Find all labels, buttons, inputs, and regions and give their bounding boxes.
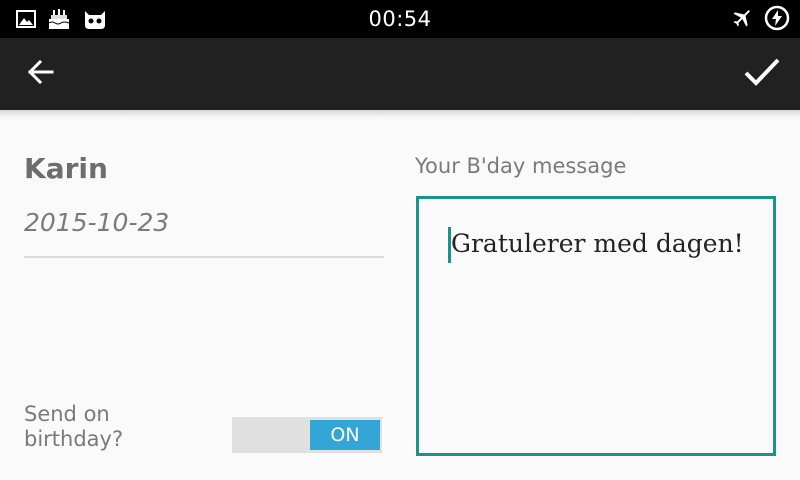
back-arrow-icon [26, 58, 54, 91]
message-label: Your B'day message [415, 154, 627, 178]
back-button[interactable] [16, 52, 64, 96]
send-on-birthday-switch[interactable]: ON [232, 417, 382, 453]
battery-charging-icon [764, 5, 790, 36]
birthday-message-input[interactable]: Gratulerer med dagen! [416, 196, 776, 456]
status-bar: 00:54 [0, 0, 800, 38]
switch-on-thumb: ON [310, 420, 380, 450]
send-on-birthday-label: Send on birthday? [24, 402, 124, 451]
contact-name: Karin [24, 152, 108, 185]
done-button[interactable] [734, 52, 790, 96]
status-bar-right-icons [730, 5, 790, 36]
status-bar-time: 00:54 [368, 7, 432, 31]
action-bar-shadow [0, 110, 800, 118]
birthday-date-field[interactable]: 2015-10-23 [24, 208, 384, 258]
message-text: Gratulerer med dagen! [451, 229, 744, 258]
airplane-mode-icon [730, 6, 754, 35]
checkmark-icon [743, 56, 781, 93]
action-bar [0, 38, 800, 110]
